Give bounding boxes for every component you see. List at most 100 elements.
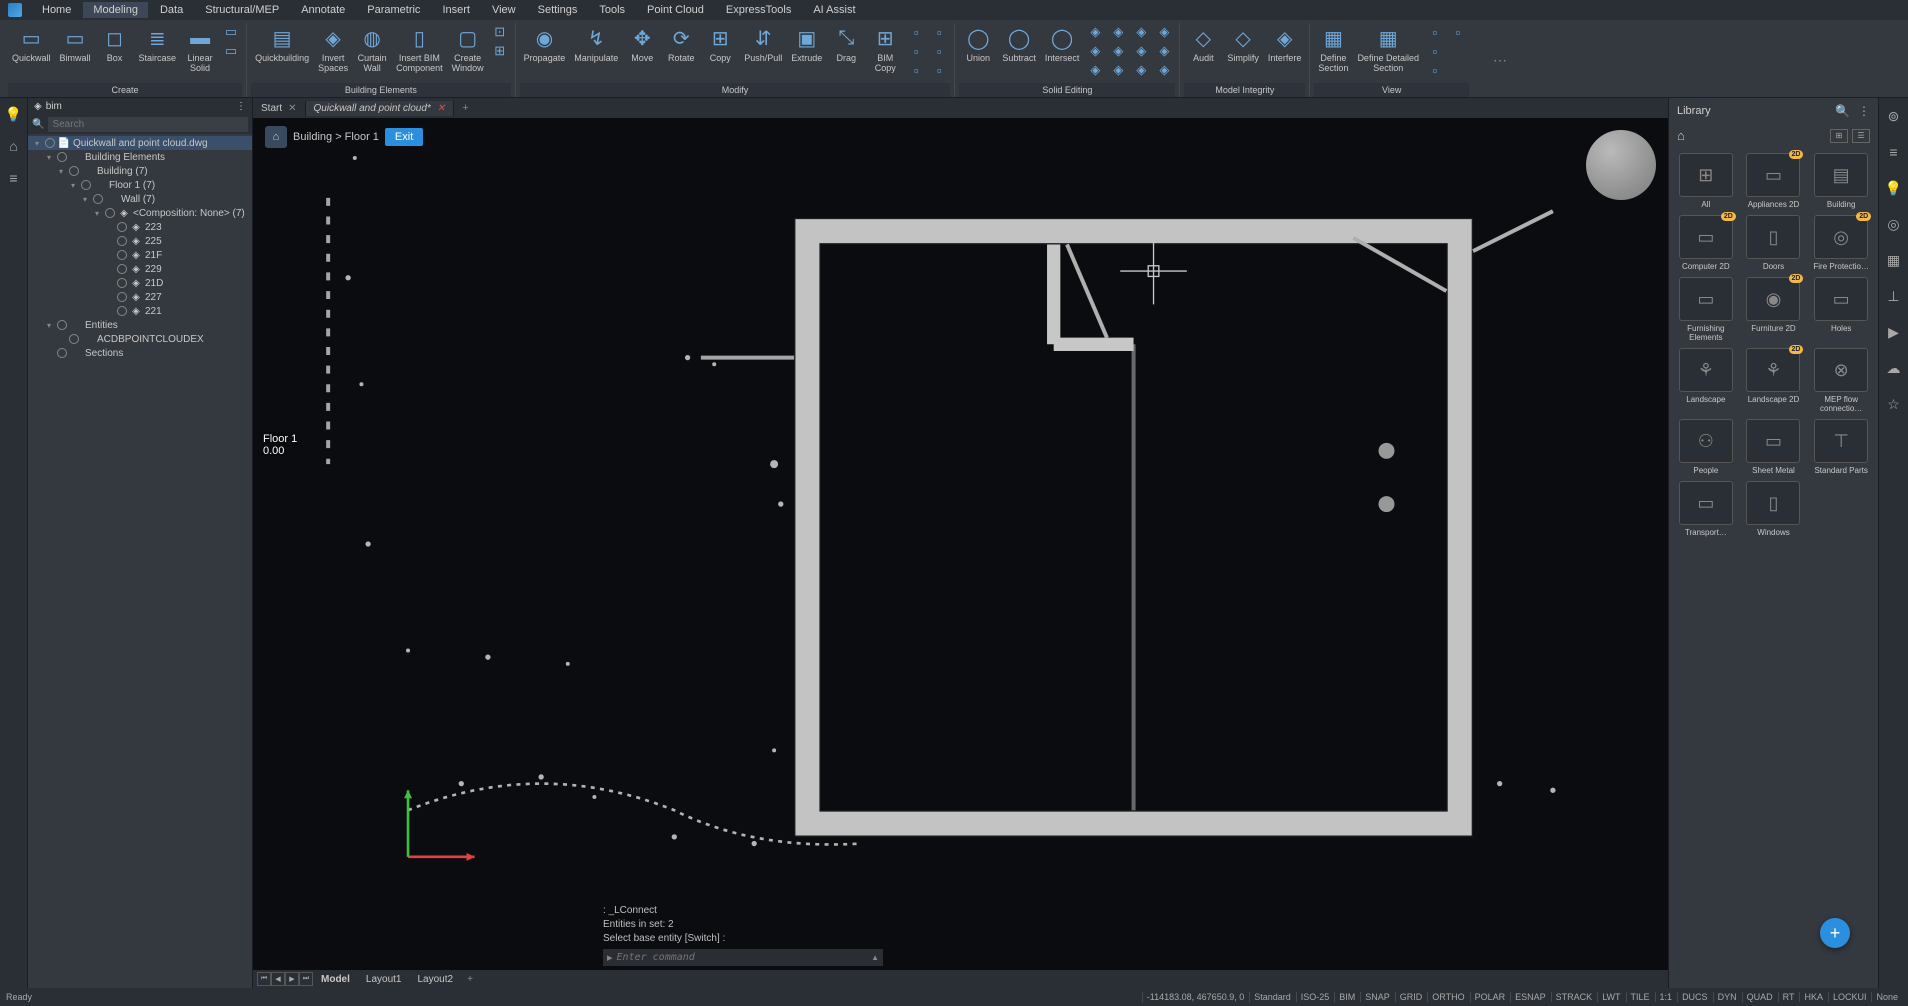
menu-expresstools[interactable]: ExpressTools [716, 2, 801, 18]
menu-insert[interactable]: Insert [432, 2, 480, 18]
structure-search-input[interactable] [48, 117, 248, 132]
library-search-icon[interactable]: 🔍 [1835, 104, 1850, 118]
status-toggle-ducs[interactable]: DUCS [1677, 992, 1712, 1002]
library-item-standard-parts[interactable]: ⊤Standard Parts [1810, 419, 1872, 475]
animation-icon[interactable]: ▶ [1884, 322, 1904, 342]
visibility-icon[interactable] [81, 180, 91, 190]
tree-node[interactable]: ▾Building Elements [28, 150, 252, 164]
library-item-appliances-d[interactable]: ▭2DAppliances 2D [1743, 153, 1805, 209]
ribbon-staircase-button[interactable]: ≣Staircase [135, 23, 181, 65]
tree-node[interactable]: ◈227 [28, 290, 252, 304]
visibility-icon[interactable] [69, 166, 79, 176]
tips-icon[interactable]: 💡 [1884, 178, 1904, 198]
status-toggle-ortho[interactable]: ORTHO [1427, 992, 1468, 1002]
menu-data[interactable]: Data [150, 2, 193, 18]
dimension-icon[interactable]: ⊥ [1884, 286, 1904, 306]
menu-point-cloud[interactable]: Point Cloud [637, 2, 714, 18]
status-toggle-polar[interactable]: POLAR [1470, 992, 1510, 1002]
visibility-icon[interactable] [57, 152, 67, 162]
settings-icon[interactable]: ⊚ [1884, 106, 1904, 126]
ribbon-small-button[interactable]: ◈ [1109, 23, 1127, 41]
ribbon-small-button[interactable]: ◈ [1155, 23, 1173, 41]
ribbon-small-button[interactable]: ▫ [1426, 23, 1444, 41]
tree-node[interactable]: ▾Entities [28, 318, 252, 332]
ribbon-small-button[interactable]: ⊞ [491, 42, 509, 60]
ribbon-small-button[interactable]: ▫ [1449, 23, 1467, 41]
drawing-canvas[interactable] [253, 118, 1668, 970]
menu-view[interactable]: View [482, 2, 526, 18]
library-menu-icon[interactable]: ⋮ [1858, 104, 1870, 118]
ribbon-small-button[interactable]: ▫ [930, 61, 948, 79]
ribbon-quickwall-button[interactable]: ▭Quickwall [8, 23, 55, 65]
ribbon-move-button[interactable]: ✥Move [623, 23, 661, 65]
layout-tab-layout1[interactable]: Layout1 [358, 972, 410, 987]
visibility-icon[interactable] [57, 348, 67, 358]
ribbon-simplify-button[interactable]: ◇Simplify [1223, 23, 1263, 65]
menu-settings[interactable]: Settings [528, 2, 588, 18]
ribbon-small-button[interactable]: ◈ [1132, 23, 1150, 41]
tree-node[interactable]: ◈229 [28, 262, 252, 276]
menu-home[interactable]: Home [32, 2, 81, 18]
add-tab-button[interactable]: + [454, 102, 476, 114]
panel-menu-icon[interactable]: ⋮ [236, 101, 246, 112]
app-logo[interactable] [8, 3, 22, 17]
menu-parametric[interactable]: Parametric [357, 2, 430, 18]
tree-node[interactable]: ◈221 [28, 304, 252, 318]
tree-toggle-icon[interactable]: ▾ [44, 153, 54, 162]
visibility-icon[interactable] [117, 306, 127, 316]
bulb-icon[interactable]: 💡 [4, 104, 24, 124]
ribbon-linear-button[interactable]: ▬Linear Solid [181, 23, 219, 75]
tree-toggle-icon[interactable]: ▾ [92, 209, 102, 218]
ribbon-copy-button[interactable]: ⊞Copy [701, 23, 739, 65]
library-list-view-icon[interactable]: ☰ [1852, 129, 1870, 143]
tree-node[interactable]: ◈21D [28, 276, 252, 290]
tree-node[interactable]: ▾Floor 1 (7) [28, 178, 252, 192]
ribbon-box-button[interactable]: ◻Box [96, 23, 134, 65]
doc-tab-active[interactable]: Quickwall and point cloud* ✕ [306, 101, 455, 116]
ribbon-insert-bim-button[interactable]: ▯Insert BIM Component [392, 23, 447, 75]
tree-node[interactable]: Sections [28, 346, 252, 360]
ribbon-define-detailed-button[interactable]: ▦Define Detailed Section [1353, 23, 1423, 75]
ribbon-bimwall-button[interactable]: ▭Bimwall [56, 23, 95, 65]
ribbon-small-button[interactable]: ▫ [930, 42, 948, 60]
layout-nav-next[interactable]: ▶ [285, 972, 299, 986]
library-item-fire-protectio-[interactable]: ◎2DFire Protectio… [1810, 215, 1872, 271]
layout-nav-last[interactable]: ⏭ [299, 972, 313, 986]
ribbon-create-button[interactable]: ▢Create Window [448, 23, 488, 75]
ribbon-small-button[interactable]: ▫ [907, 23, 925, 41]
menu-structural-mep[interactable]: Structural/MEP [195, 2, 289, 18]
ribbon-small-button[interactable]: ▭ [222, 23, 240, 41]
visibility-icon[interactable] [93, 194, 103, 204]
library-home-icon[interactable]: ⌂ [1677, 128, 1685, 143]
favorites-icon[interactable]: ☆ [1884, 394, 1904, 414]
close-icon[interactable]: ✕ [437, 103, 445, 114]
status-toggle-bim[interactable]: BIM [1334, 992, 1359, 1002]
status-toggle-iso-25[interactable]: ISO-25 [1296, 992, 1334, 1002]
tree-node[interactable]: ACDBPOINTCLOUDEX [28, 332, 252, 346]
breadcrumb-home-icon[interactable]: ⌂ [265, 126, 287, 148]
status-toggle-esnap[interactable]: ESNAP [1510, 992, 1550, 1002]
ribbon-small-button[interactable]: ◈ [1109, 61, 1127, 79]
ribbon-invert-button[interactable]: ◈Invert Spaces [314, 23, 352, 75]
status-toggle-dyn[interactable]: DYN [1713, 992, 1741, 1002]
ribbon-audit-button[interactable]: ◇Audit [1184, 23, 1222, 65]
ribbon-push-pull-button[interactable]: ⇵Push/Pull [740, 23, 786, 65]
library-item-furniture-d[interactable]: ◉2DFurniture 2D [1743, 277, 1805, 342]
library-item-transport-[interactable]: ▭Transport… [1675, 481, 1737, 537]
tree-node[interactable]: ◈223 [28, 220, 252, 234]
visibility-icon[interactable] [117, 278, 127, 288]
filter-icon[interactable]: ≡ [1884, 142, 1904, 162]
ribbon-curtain-button[interactable]: ◍Curtain Wall [353, 23, 391, 75]
library-item-windows[interactable]: ▯Windows [1743, 481, 1805, 537]
ribbon-small-button[interactable]: ▫ [1426, 42, 1444, 60]
status-toggle-quad[interactable]: QUAD [1742, 992, 1777, 1002]
menu-tools[interactable]: Tools [589, 2, 635, 18]
ribbon-interfere-button[interactable]: ◈Interfere [1264, 23, 1306, 65]
layout-nav-first[interactable]: ⏮ [257, 972, 271, 986]
library-item-holes[interactable]: ▭Holes [1810, 277, 1872, 342]
home-icon[interactable]: ⌂ [4, 136, 24, 156]
visibility-icon[interactable] [45, 138, 55, 148]
visibility-icon[interactable] [117, 222, 127, 232]
visibility-icon[interactable] [117, 236, 127, 246]
ribbon-extrude-button[interactable]: ▣Extrude [787, 23, 826, 65]
